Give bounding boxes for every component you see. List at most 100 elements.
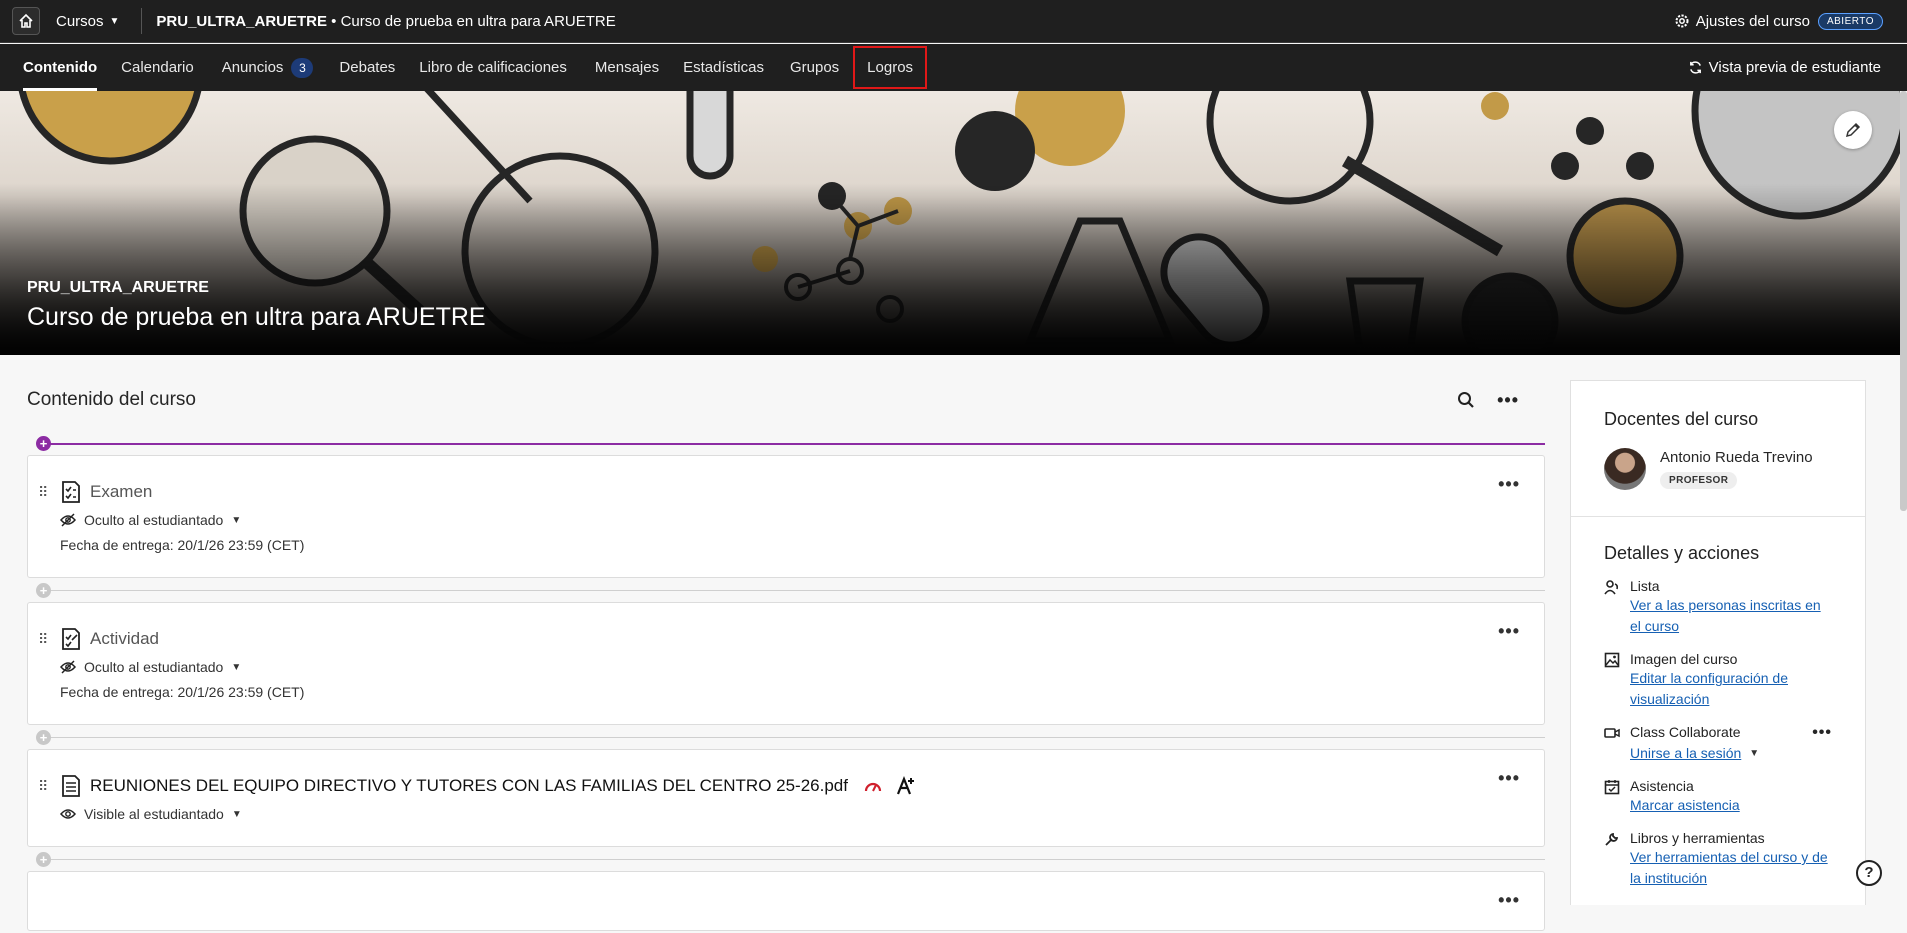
banner-course-code: PRU_ULTRA_ARUETRE xyxy=(27,279,209,296)
home-icon xyxy=(19,13,33,28)
item-more-icon[interactable]: ••• xyxy=(1498,474,1520,495)
tab-estadisticas[interactable]: Estadísticas xyxy=(671,44,776,91)
divider xyxy=(37,737,1545,738)
accessibility-icon[interactable] xyxy=(896,776,916,796)
detail-attendance: Asistencia Marcar asistencia xyxy=(1604,778,1832,816)
divider xyxy=(37,859,1545,860)
pencil-icon xyxy=(1845,122,1861,138)
teachers-title: Docentes del curso xyxy=(1604,409,1759,429)
tab-debates[interactable]: Debates xyxy=(327,44,407,91)
due-date: Fecha de entrega: 20/1/26 23:59 (CET) xyxy=(60,537,305,553)
search-icon[interactable] xyxy=(1457,391,1475,409)
add-icon[interactable]: + xyxy=(36,730,51,745)
detail-label: Class Collaborate xyxy=(1630,724,1741,740)
drag-handle-icon[interactable]: ⠿ xyxy=(38,778,48,795)
item-title[interactable]: REUNIONES DEL EQUIPO DIRECTIVO Y TUTORES… xyxy=(90,776,848,796)
tools-link[interactable]: Ver herramientas del curso y de la insti… xyxy=(1630,847,1832,889)
course-content: Contenido del curso ••• + ⠿ ••• Examen O… xyxy=(27,355,1545,933)
add-content-line[interactable]: + xyxy=(27,582,1545,598)
page-scrollbar[interactable] xyxy=(1900,91,1907,511)
tab-mensajes[interactable]: Mensajes xyxy=(583,44,671,91)
courses-dropdown[interactable]: Cursos ▼ xyxy=(56,13,119,30)
details-title: Detalles y acciones xyxy=(1604,543,1760,563)
document-icon xyxy=(62,775,80,797)
caret-down-icon[interactable]: ▼ xyxy=(231,662,241,673)
tab-contenido[interactable]: Contenido xyxy=(11,44,109,91)
add-content-line[interactable]: + xyxy=(27,851,1545,867)
courses-label: Cursos xyxy=(56,12,104,30)
content-item[interactable]: ⠿ ••• Actividad Oculto al estudiantado ▼… xyxy=(27,602,1545,725)
eye-off-icon xyxy=(60,513,76,527)
video-icon xyxy=(1604,728,1620,738)
join-session-link[interactable]: Unirse a la sesión xyxy=(1630,743,1741,764)
wrench-icon xyxy=(1605,832,1619,846)
role-badge: PROFESOR xyxy=(1660,472,1738,489)
tab-logros[interactable]: Logros xyxy=(851,44,929,91)
content-title: Contenido del curso xyxy=(27,389,196,410)
add-icon[interactable]: + xyxy=(36,852,51,867)
assignment-icon xyxy=(62,628,80,650)
detail-label: Imagen del curso xyxy=(1630,651,1738,667)
course-sidebar: Docentes del curso Antonio Rueda Trevino… xyxy=(1570,380,1866,905)
test-icon xyxy=(62,481,80,503)
settings-label: Ajustes del curso xyxy=(1695,12,1810,30)
refresh-icon xyxy=(1689,61,1701,74)
item-more-icon[interactable]: ••• xyxy=(1498,768,1520,789)
content-item[interactable]: ⠿ ••• REUNIONES DEL EQUIPO DIRECTIVO Y T… xyxy=(27,749,1545,847)
visibility-dropdown[interactable]: Oculto al estudiantado xyxy=(84,659,223,675)
visibility-dropdown[interactable]: Visible al estudiantado xyxy=(84,806,224,822)
roster-link[interactable]: Ver a las personas inscritas en el curso xyxy=(1630,595,1832,637)
content-item[interactable]: ⠿ ••• Examen Oculto al estudiantado ▼ Fe… xyxy=(27,455,1545,578)
announcements-count-badge: 3 xyxy=(291,57,314,78)
detail-tools: Libros y herramientas Ver herramientas d… xyxy=(1604,830,1832,889)
item-more-icon[interactable]: ••• xyxy=(1498,890,1520,911)
drag-handle-icon[interactable]: ⠿ xyxy=(38,631,48,648)
breadcrumb: PRU_ULTRA_ARUETRE • Curso de prueba en u… xyxy=(156,13,615,30)
more-options-icon[interactable]: ••• xyxy=(1497,390,1519,411)
caret-down-icon[interactable]: ▼ xyxy=(232,809,242,820)
roster-icon xyxy=(1604,580,1619,595)
detail-label: Asistencia xyxy=(1630,778,1694,794)
content-item[interactable]: ••• xyxy=(27,871,1545,931)
visibility-dropdown[interactable]: Oculto al estudiantado xyxy=(84,512,223,528)
avatar[interactable] xyxy=(1604,448,1646,490)
item-title[interactable]: Actividad xyxy=(90,629,159,649)
banner-course-name: Curso de prueba en ultra para ARUETRE xyxy=(27,303,486,331)
tab-libro-calificaciones[interactable]: Libro de calificaciones xyxy=(407,44,579,91)
due-date: Fecha de entrega: 20/1/26 23:59 (CET) xyxy=(60,684,305,700)
mark-attendance-link[interactable]: Marcar asistencia xyxy=(1630,795,1740,816)
help-button[interactable]: ? xyxy=(1856,860,1882,886)
student-preview-label: Vista previa de estudiante xyxy=(1708,59,1881,76)
drag-handle-icon[interactable]: ⠿ xyxy=(38,484,48,501)
status-badge[interactable]: ABIERTO xyxy=(1817,12,1883,30)
tab-grupos[interactable]: Grupos xyxy=(778,44,851,91)
image-icon xyxy=(1604,652,1620,668)
divider xyxy=(1571,516,1865,517)
teacher-name[interactable]: Antonio Rueda Trevino xyxy=(1660,449,1813,466)
course-banner: PRU_ULTRA_ARUETRE Curso de prueba en ult… xyxy=(0,91,1900,355)
edit-display-link[interactable]: Editar la configuración de visualización xyxy=(1630,668,1832,710)
course-name: • Curso de prueba en ultra para ARUETRE xyxy=(331,12,616,30)
collaborate-more-icon[interactable]: ••• xyxy=(1812,724,1832,742)
item-title[interactable]: Examen xyxy=(90,482,152,502)
divider xyxy=(37,590,1545,591)
tab-anuncios[interactable]: Anuncios 3 xyxy=(210,44,326,91)
home-button[interactable] xyxy=(12,7,40,35)
item-more-icon[interactable]: ••• xyxy=(1498,621,1520,642)
course-nav: Contenido Calendario Anuncios 3 Debates … xyxy=(0,44,1907,91)
edit-banner-button[interactable] xyxy=(1834,111,1872,149)
add-content-line[interactable]: + xyxy=(27,729,1545,745)
top-bar: Cursos ▼ PRU_ULTRA_ARUETRE • Curso de pr… xyxy=(0,0,1907,43)
caret-down-icon[interactable]: ▼ xyxy=(231,515,241,526)
tab-calendario[interactable]: Calendario xyxy=(109,44,206,91)
add-content-line[interactable]: + xyxy=(27,435,1545,451)
caret-down-icon[interactable]: ▼ xyxy=(1749,748,1759,759)
course-settings-button[interactable]: Ajustes del curso xyxy=(1674,13,1810,30)
add-icon[interactable]: + xyxy=(36,436,51,451)
detail-label: Lista xyxy=(1630,578,1660,594)
student-preview-button[interactable]: Vista previa de estudiante xyxy=(1688,59,1881,76)
detail-class-collaborate: Class Collaborate ••• Unirse a la sesión… xyxy=(1604,724,1832,764)
gauge-icon xyxy=(864,782,882,792)
add-icon[interactable]: + xyxy=(36,583,51,598)
teacher-card[interactable]: Antonio Rueda Trevino PROFESOR xyxy=(1604,448,1832,490)
